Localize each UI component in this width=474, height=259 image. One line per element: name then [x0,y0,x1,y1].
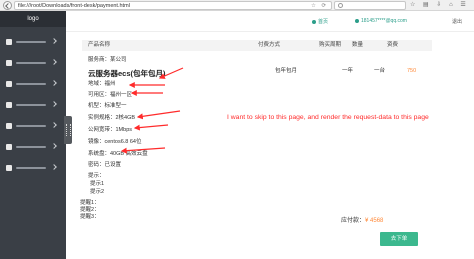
reminder-1: 提醒1： [80,200,100,206]
spec-image: 镜像：centos6.8 64位 [88,139,142,145]
back-icon[interactable] [3,1,12,10]
user-icon [355,18,359,23]
total-label: 应付款： [341,218,366,224]
column-quantity: 数量 [352,42,364,48]
browser-search-input[interactable] [334,1,406,10]
price-value: 750 [407,68,417,74]
total-amount: 应付款：¥ 4568 [341,215,383,224]
logout-link[interactable]: 退出 [452,18,462,25]
total-value: ¥ 4568 [365,218,384,224]
column-price: 资费 [387,42,399,48]
sidebar-item-label [16,41,46,43]
document-icon [6,123,12,129]
sidebar-item-label [16,167,46,169]
spec-region: 地域：福州 [88,81,116,87]
sidebar-item-label [16,146,46,148]
browser-toolbar-icons[interactable]: ☆ ▤ ⇩ ⌂ ☰ [410,0,469,11]
payment-method-value: 包年包月 [275,68,298,74]
address-bar[interactable]: file:///root/Downloads/front-desk/paymen… [14,1,332,10]
home-link-label: 首页 [318,19,329,25]
annotation-text: I want to skip to this page, and render … [227,114,429,121]
provider-text: 服务商：某公司 [88,57,127,63]
reminder-3: 提醒3： [80,214,100,220]
home-icon [312,19,316,24]
url-text: file:///root/Downloads/front-desk/paymen… [18,3,130,9]
column-payment-method: 付费方式 [258,42,281,48]
sidebar-item-label [16,83,46,85]
user-email: 181457****@qq.com [361,18,407,24]
column-purchase-period: 购买周期 [319,42,342,48]
spec-zone: 可用区：福州一区 [88,92,133,98]
chevron-right-icon [51,80,57,86]
sidebar-item-6[interactable] [0,138,66,156]
spec-machine-type: 机型：标准型一 [88,103,127,109]
chevron-right-icon [51,38,57,44]
sidebar-item-7[interactable] [0,159,66,177]
sidebar-item-5[interactable] [0,117,66,135]
sidebar-collapse-handle[interactable] [64,116,72,144]
spec-password: 密码：已设置 [88,162,122,168]
sidebar-item-4[interactable] [0,96,66,114]
top-header: 首页 181457****@qq.com 退出 [66,11,474,32]
quantity-value: 一台 [374,68,386,74]
chevron-right-icon [51,143,57,149]
sidebar-item-label [16,125,46,127]
list-icon [6,102,12,108]
chevron-right-icon [51,122,57,128]
user-account-link[interactable]: 181457****@qq.com [355,18,407,24]
arrow-5 [133,124,169,131]
spec-system-disk: 系统盘：40GB 高效云盘 [88,151,148,157]
chevron-right-icon [51,59,57,65]
grid-icon [6,60,12,66]
spec-hint: 提示： [88,173,105,179]
browser-toolbar: file:///root/Downloads/front-desk/paymen… [0,0,474,11]
server-icon [6,81,12,87]
spec-hint-1: 提示1 [90,181,105,187]
chevron-right-icon [51,164,57,170]
sidebar-item-3[interactable] [0,75,66,93]
reload-icon[interactable]: ☆ ⟳ [311,3,328,9]
logo[interactable]: logo [0,11,66,27]
user-icon [6,39,12,45]
sidebar-item-1[interactable] [0,33,66,51]
sidebar-item-label [16,62,46,64]
chevron-right-icon [51,101,57,107]
settings-icon [6,144,12,150]
place-order-button[interactable]: 去下单 [380,232,418,246]
product-name: 云服务器ecs(包年包月) [88,69,166,78]
spec-instance: 实例规格：2核4GB [88,115,136,121]
chart-icon [6,165,12,171]
sidebar-item-label [16,104,46,106]
column-product-name: 产品名称 [88,42,111,48]
search-icon [338,3,343,8]
spec-bandwidth: 公网宽带：1Mbps [88,127,133,133]
home-link[interactable]: 首页 [312,18,328,25]
reminder-2: 提醒2： [80,207,100,213]
sidebar: logo [0,11,66,259]
spec-hint-2: 提示2 [90,189,105,195]
sidebar-item-2[interactable] [0,54,66,72]
period-value: 一年 [342,68,354,74]
arrow-4 [136,110,181,120]
order-table-header: 产品名称 付费方式 购买周期 数量 资费 [82,40,432,51]
